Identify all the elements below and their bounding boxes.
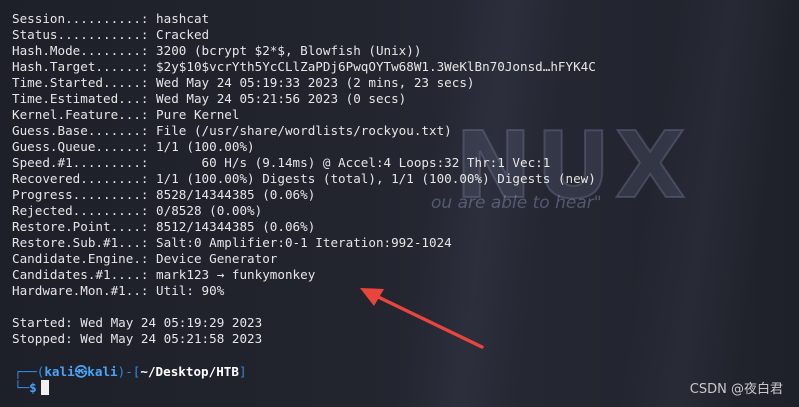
terminal-output-line: Progress.........: 8528/14344385 (0.06%): [12, 187, 316, 202]
terminal-output-line: Restore.Point....: 8512/14344385 (0.06%): [12, 219, 316, 234]
terminal-output-line: Status...........: Cracked: [12, 27, 210, 42]
prompt-frame-close: ]: [238, 364, 247, 379]
terminal-output-line: [12, 299, 596, 315]
terminal-output-line: Session..........: hashcat: [12, 11, 210, 26]
prompt-working-directory: ~/Desktop/HTB: [140, 364, 239, 379]
terminal-output-line: Candidate.Engine.: Device Generator: [12, 251, 278, 266]
shell-input-line[interactable]: └─$: [14, 380, 49, 396]
text-cursor[interactable]: [40, 380, 49, 395]
prompt-hostname: kali: [87, 364, 118, 379]
prompt-frame-mid: )-[: [117, 364, 141, 379]
terminal-output-line: Recovered........: 1/1 (100.00%) Digests…: [12, 171, 596, 186]
terminal-output-line: Guess.Base.......: File (/usr/share/word…: [12, 123, 452, 138]
terminal-output-line: Hardware.Mon.#1..: Util: 90%: [12, 283, 225, 298]
terminal-output-line: Hash.Target......: $2y$10$vcrYth5YcCLlZa…: [12, 59, 596, 74]
terminal-output-line: Candidates.#1....: mark123 → funkymonkey: [12, 267, 316, 282]
terminal-output-line: Hash.Mode........: 3200 (bcrypt $2*$, Bl…: [12, 43, 422, 58]
prompt-frame-open: ┌──(: [14, 364, 45, 379]
terminal-output-line: Rejected.........: 0/8528 (0.00%): [12, 203, 263, 218]
terminal-output-line: Started: Wed May 24 05:19:29 2023: [12, 315, 263, 330]
terminal-output-line: Time.Estimated...: Wed May 24 05:21:56 2…: [12, 91, 407, 106]
prompt-frame-corner: └─: [14, 380, 30, 395]
terminal-output-line: Stopped: Wed May 24 05:21:58 2023: [12, 331, 263, 346]
shell-prompt: ┌──(kali㉿kali)-[~/Desktop/HTB]: [14, 364, 247, 380]
terminal-output-line: Speed.#1.........: 60 H/s (9.14ms) @ Acc…: [12, 155, 551, 170]
csdn-watermark: CSDN @夜白君: [689, 382, 783, 397]
terminal-output-line: Restore.Sub.#1...: Salt:0 Amplifier:0-1 …: [12, 235, 452, 250]
terminal-output-line: Kernel.Feature...: Pure Kernel: [12, 107, 240, 122]
terminal-window[interactable]: NUX ou are able to hear" Session........…: [0, 0, 799, 407]
terminal-output-line: Guess.Queue......: 1/1 (100.00%): [12, 139, 255, 154]
hashcat-status-output: Session..........: hashcat Status........…: [12, 11, 596, 347]
prompt-dollar-sign: $: [29, 380, 37, 395]
prompt-username: kali: [44, 364, 75, 379]
terminal-output-line: Time.Started.....: Wed May 24 05:19:33 2…: [12, 75, 475, 90]
kali-logo-icon: ㉿: [74, 364, 88, 379]
wallpaper-light-beam: [616, 0, 794, 407]
